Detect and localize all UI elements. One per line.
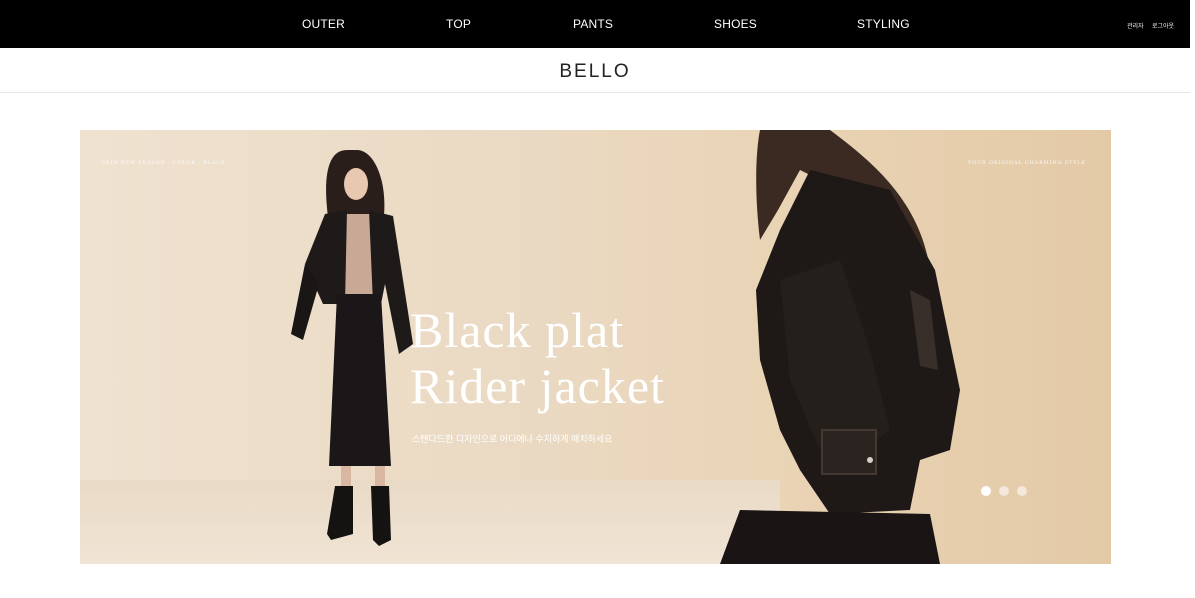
hero-banner[interactable]: 2019 NEW SEASON · COLOR : BLACK YOUR ORI… — [80, 130, 1111, 564]
top-navigation-bar: OUTER TOP PANTS SHOES STYLING 관리자 로그아웃 — [0, 0, 1190, 48]
brand-logo[interactable]: BELLO — [0, 61, 1190, 83]
admin-link[interactable]: 관리자 — [1127, 21, 1144, 30]
hero-subtitle: 스탠다드한 디자인으로 어디에나 수지하게 매치하세요 — [412, 434, 613, 444]
slider-dot-2[interactable] — [999, 486, 1009, 496]
model-closeup-image — [720, 130, 960, 564]
hero-headline-line1: Black plat — [410, 302, 625, 358]
hero-headline-line2: Rider jacket — [410, 358, 665, 414]
nav-item-shoes[interactable]: SHOES — [714, 17, 757, 31]
logo-bar: BELLO — [0, 48, 1190, 93]
nav-item-pants[interactable]: PANTS — [573, 17, 613, 31]
hero-caption-right: YOUR ORIGINAL CHARMING STYLE — [968, 160, 1086, 166]
slider-dot-3[interactable] — [1017, 486, 1027, 496]
slider-dot-1[interactable] — [981, 486, 991, 496]
nav-item-top[interactable]: TOP — [446, 17, 471, 31]
hero-caption-left: 2019 NEW SEASON · COLOR : BLACK — [102, 160, 226, 166]
nav-item-outer[interactable]: OUTER — [302, 17, 345, 31]
nav-item-styling[interactable]: STYLING — [857, 17, 910, 31]
logout-link[interactable]: 로그아웃 — [1152, 21, 1174, 30]
